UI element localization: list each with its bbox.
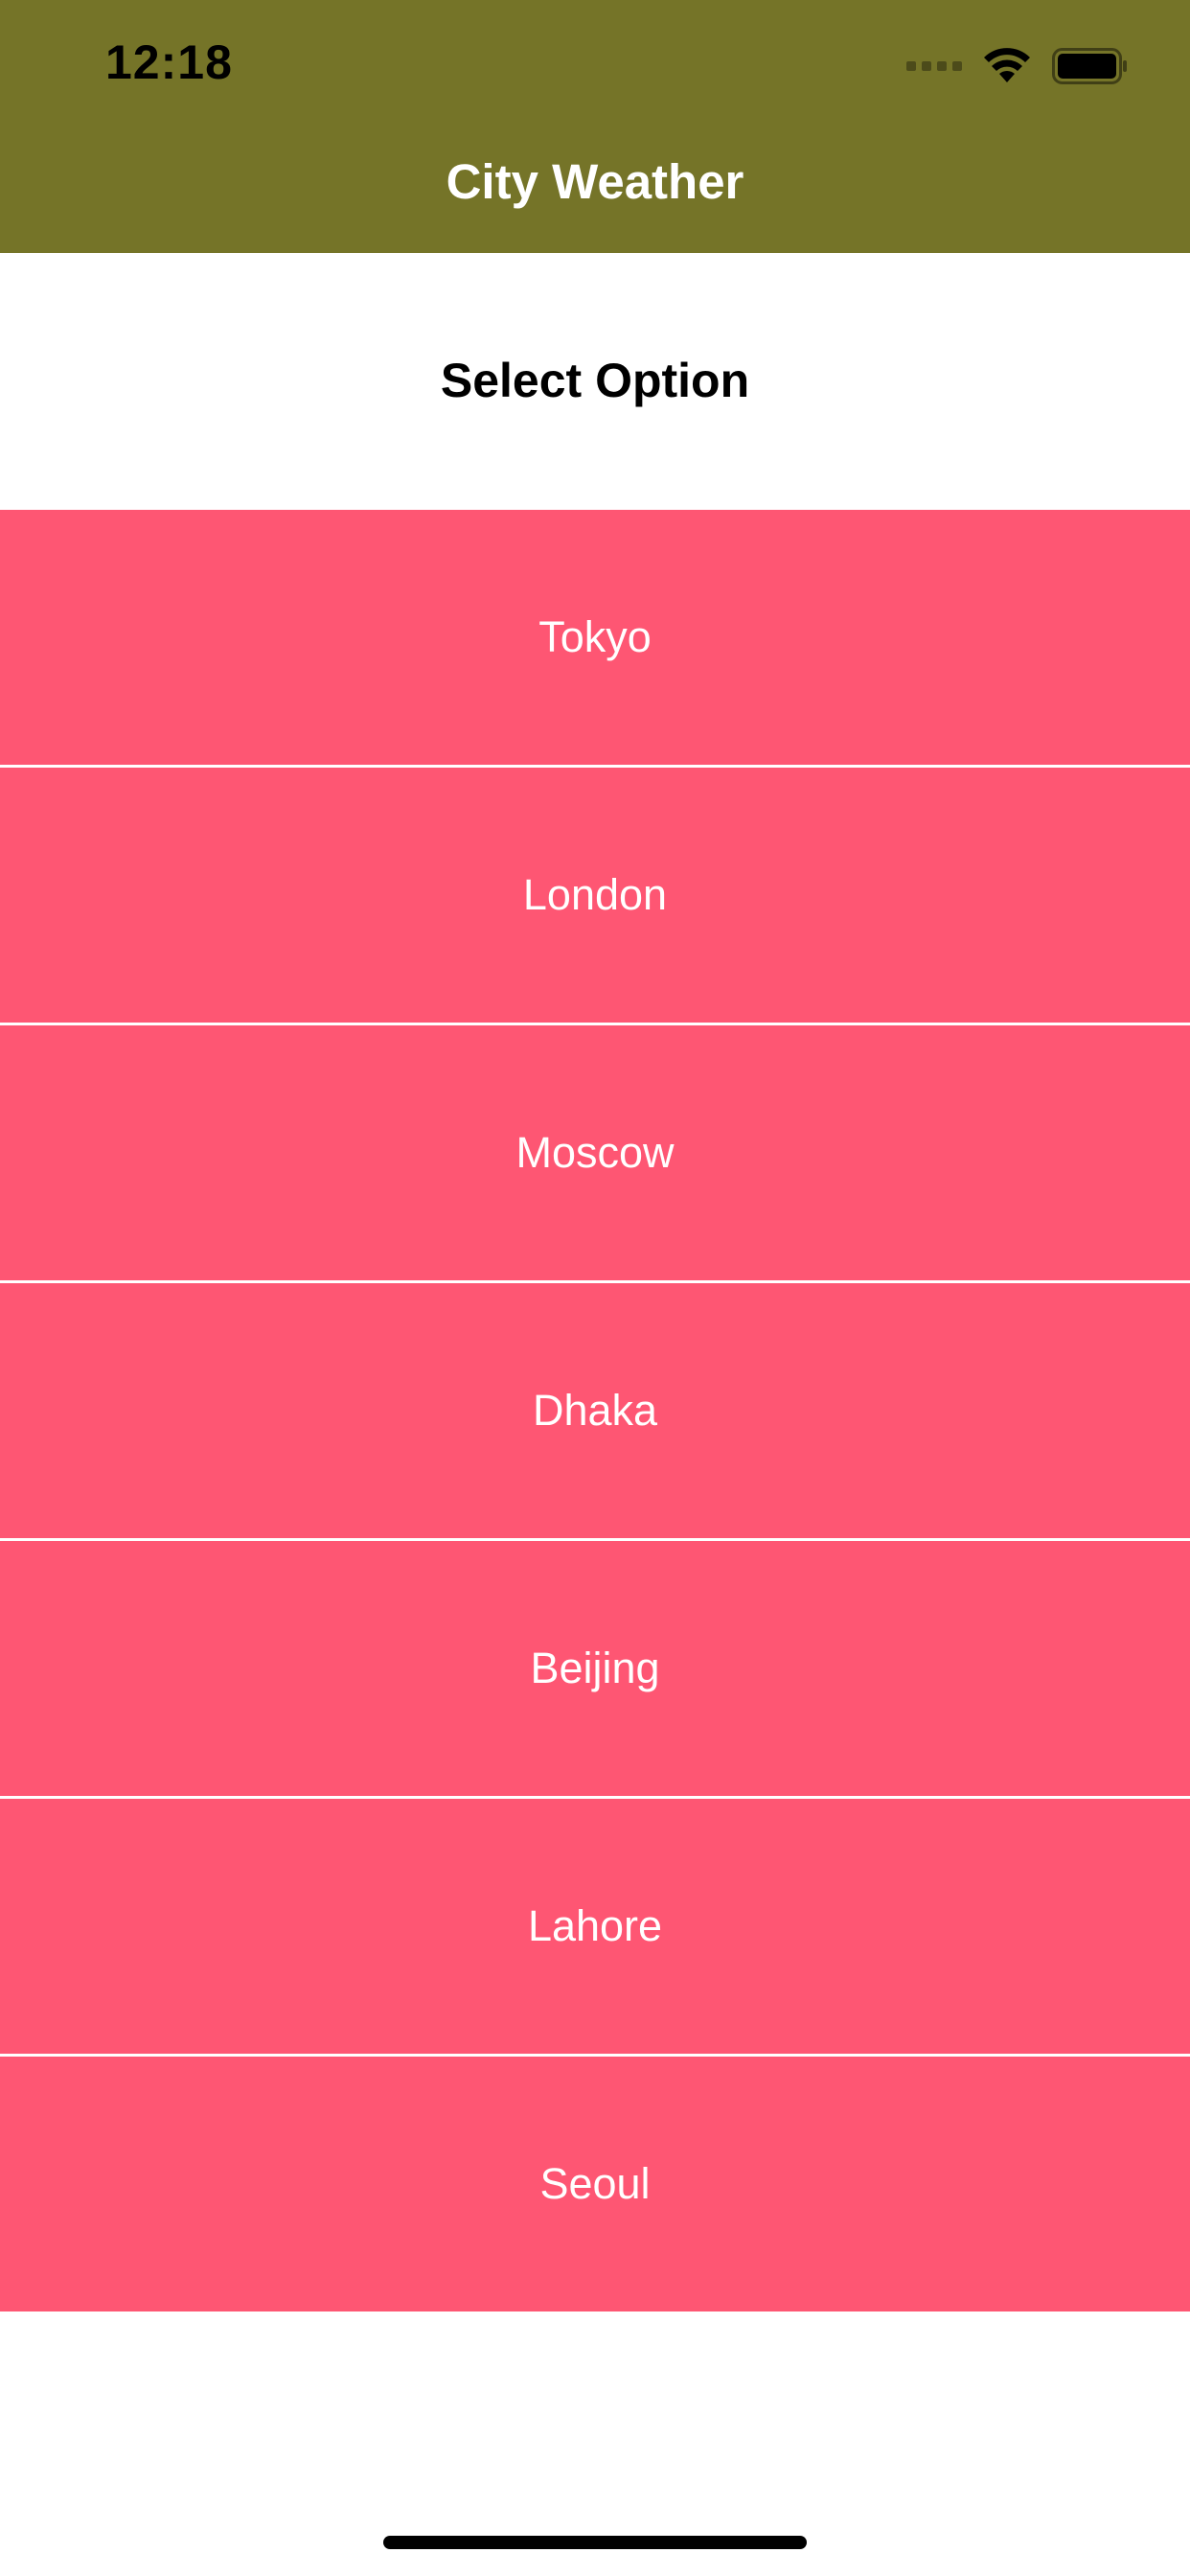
city-option-moscow[interactable]: Moscow [0, 1025, 1190, 1283]
city-option-lahore[interactable]: Lahore [0, 1799, 1190, 2057]
city-list: Tokyo London Moscow Dhaka Beijing Lahore… [0, 510, 1190, 2312]
nav-title: City Weather [446, 154, 744, 209]
status-bar: 12:18 [0, 0, 1190, 126]
battery-icon [1052, 48, 1127, 84]
city-option-seoul[interactable]: Seoul [0, 2057, 1190, 2312]
city-option-beijing[interactable]: Beijing [0, 1541, 1190, 1799]
city-option-tokyo[interactable]: Tokyo [0, 510, 1190, 768]
wifi-icon [984, 48, 1030, 82]
select-option-heading: Select Option [440, 354, 750, 407]
home-indicator[interactable] [383, 2536, 807, 2549]
city-option-dhaka[interactable]: Dhaka [0, 1283, 1190, 1541]
status-icons [906, 42, 1129, 90]
city-option-london[interactable]: London [0, 768, 1190, 1025]
cellular-signal-icon [906, 61, 962, 71]
nav-header: 12:18 City Weather [0, 0, 1190, 253]
status-time: 12:18 [105, 35, 233, 89]
